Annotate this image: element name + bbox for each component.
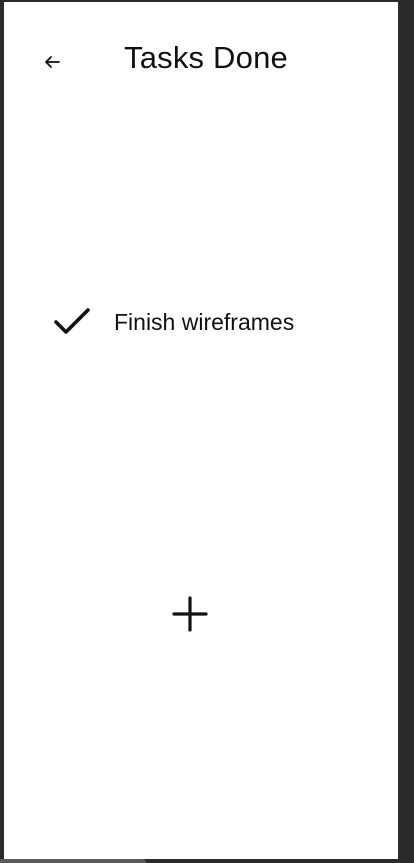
arrow-left-icon bbox=[45, 56, 60, 68]
back-button[interactable] bbox=[38, 48, 66, 76]
header: Tasks Done bbox=[4, 2, 398, 112]
device-frame: Tasks Done Finish wireframes bbox=[0, 0, 414, 863]
check-icon bbox=[52, 302, 96, 342]
task-label: Finish wireframes bbox=[114, 308, 295, 335]
page-title: Tasks Done bbox=[124, 40, 288, 75]
list-item[interactable]: Finish wireframes bbox=[52, 302, 294, 342]
add-task-button[interactable] bbox=[170, 594, 210, 634]
bottom-bar bbox=[0, 859, 414, 863]
app-screen: Tasks Done Finish wireframes bbox=[4, 2, 398, 859]
plus-icon bbox=[172, 596, 208, 632]
bottom-tab bbox=[0, 859, 146, 863]
